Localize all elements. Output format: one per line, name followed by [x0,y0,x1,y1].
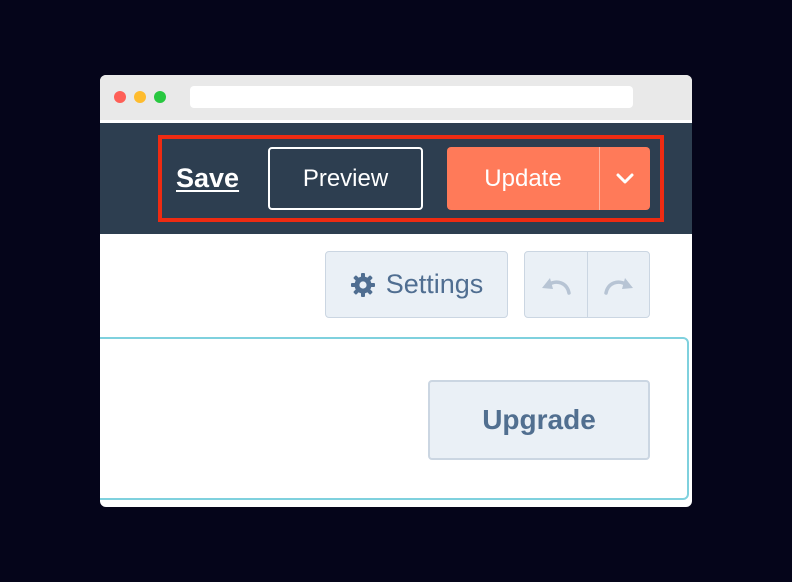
update-button-group: Update [447,147,650,210]
chevron-down-icon [616,173,634,183]
editor-header: Save Preview Update [100,123,692,234]
upgrade-button[interactable]: Upgrade [428,380,650,460]
editor-toolbar: Settings [100,234,692,334]
maximize-window-dot[interactable] [154,91,166,103]
browser-window: Save Preview Update Settings Upgrade [100,75,692,507]
save-link[interactable]: Save [176,160,239,196]
minimize-window-dot[interactable] [134,91,146,103]
gear-icon [350,272,375,297]
redo-button[interactable] [588,252,650,317]
upgrade-panel: Upgrade [100,337,689,500]
settings-button[interactable]: Settings [325,251,508,318]
browser-chrome [100,75,692,120]
redo-icon [604,277,633,295]
settings-label: Settings [385,269,484,299]
update-dropdown-button[interactable] [600,147,650,210]
undo-redo-group [524,251,650,318]
close-window-dot[interactable] [114,91,126,103]
undo-button[interactable] [525,252,587,317]
update-button[interactable]: Update [447,147,599,210]
address-bar[interactable] [190,86,633,108]
preview-button[interactable]: Preview [268,147,423,210]
undo-icon [542,277,571,295]
